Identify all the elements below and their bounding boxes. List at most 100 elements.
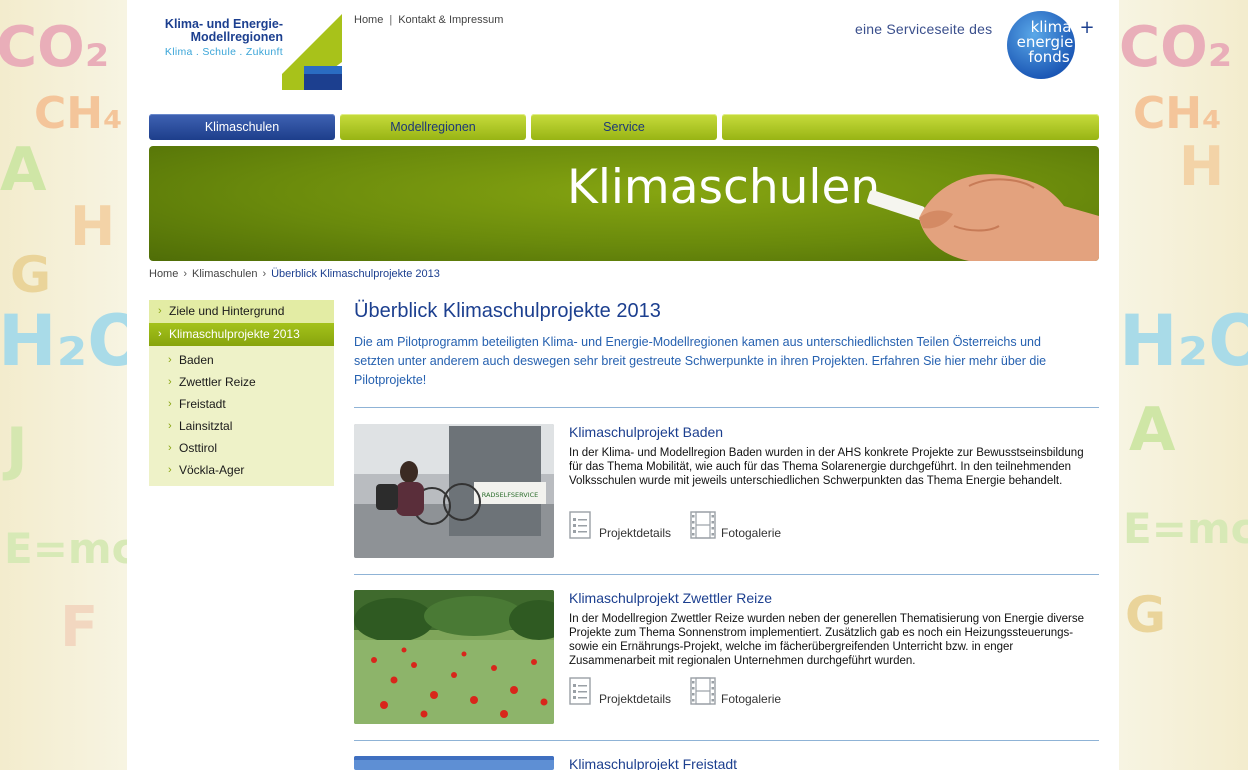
nav-empty-tab[interactable] [722, 114, 1099, 140]
film-strip-icon [690, 677, 716, 705]
klima-energie-fonds-logo[interactable]: klima energie fonds + [1005, 8, 1095, 82]
nav-service[interactable]: Service [531, 114, 717, 140]
document-list-icon [569, 677, 591, 705]
breadcrumb-current: Überblick Klimaschulprojekte 2013 [271, 268, 440, 280]
sidebar-item-klimaschulprojekte[interactable]: › Klimaschulprojekte 2013 [149, 323, 334, 346]
sidebar-item-ziele[interactable]: › Ziele und Hintergrund [149, 300, 334, 323]
bg-letter-h: H [70, 195, 116, 258]
project-item-baden: RADSELFSERVICE Klimaschulprojekt Baden I… [354, 424, 1099, 558]
page-container: Klima- und Energie- Modellregionen Klima… [127, 0, 1119, 770]
logo-line2: Modellregionen [190, 30, 283, 44]
sidebar-subitem-label: Vöckla-Ager [179, 463, 245, 477]
sidebar-subitem-osttirol[interactable]: › Osttirol [149, 437, 334, 459]
projektdetails-label: Projektdetails [599, 526, 672, 540]
sidebar-subitems: › Baden › Zwettler Reize › Freistadt › Lains… [149, 346, 334, 481]
page-title: Überblick Klimaschulprojekte 2013 [354, 300, 661, 322]
banner-title: Klimaschulen [567, 160, 881, 215]
breadcrumb-home[interactable]: Home [149, 268, 178, 280]
bg-letter-ch4: CH₄ [34, 88, 123, 139]
bg-letter-g: G [10, 246, 52, 304]
bg-letter-g-right: G [1125, 586, 1167, 644]
project-description: In der Modellregion Zwettler Reize wurde… [569, 613, 1085, 667]
sidebar-subitem-label: Baden [179, 353, 214, 367]
bg-letter-h-right: H [1179, 135, 1225, 198]
sidebar-subitem-label: Zwettler Reize [179, 375, 256, 389]
topnav-kontakt-link[interactable]: Kontakt & Impressum [398, 14, 503, 26]
sidebar-subitem-zwettler-reize[interactable]: › Zwettler Reize [149, 371, 334, 393]
sidebar-subitem-baden[interactable]: › Baden [149, 349, 334, 371]
fotogalerie-link[interactable]: Fotogalerie [690, 677, 790, 707]
bg-letter-h2o-right: H₂O [1119, 300, 1248, 382]
divider [354, 574, 1099, 575]
breadcrumb-separator: › [262, 268, 267, 280]
bg-letter-emc2: E=mc² [4, 524, 127, 573]
topnav-separator: | [389, 14, 393, 26]
project-item-zwettler-reize: Klimaschulprojekt Zwettler Reize In der … [354, 590, 1099, 724]
sidebar-subitem-lainsitztal[interactable]: › Lainsitztal [149, 415, 334, 437]
divider [354, 740, 1099, 741]
breadcrumb: Home › Klimaschulen › Überblick Klimaschulpr… [149, 268, 440, 280]
sidebar-subitem-freistadt[interactable]: › Freistadt [149, 393, 334, 415]
breadcrumb-klimaschulen[interactable]: Klimaschulen [192, 268, 257, 280]
chevron-right-icon: › [158, 328, 162, 340]
bg-letter-j: J [6, 415, 28, 483]
chevron-right-icon: › [168, 420, 172, 432]
fotogalerie-link[interactable]: Fotogalerie [690, 511, 790, 541]
chevron-right-icon: › [168, 464, 172, 476]
project-thumbnail-freistadt[interactable] [354, 756, 554, 770]
top-navigation: Home | Kontakt & Impressum [354, 14, 503, 26]
chevron-right-icon: › [168, 376, 172, 388]
bg-letter-co2-right: CO₂ [1119, 15, 1233, 80]
main-navigation: Klimaschulen Modellregionen Service [149, 114, 1099, 140]
nav-modellregionen[interactable]: Modellregionen [340, 114, 526, 140]
sidebar-subitem-label: Freistadt [179, 397, 226, 411]
thumb-sign-text: RADSELFSERVICE [482, 491, 539, 499]
projektdetails-link[interactable]: Projektdetails [569, 511, 679, 541]
background-right-decoration: CO₂ CH₄ H₂O E=mc² A H G [1119, 0, 1248, 770]
project-thumbnail-zwettler-reize[interactable] [354, 590, 554, 724]
chevron-right-icon: › [158, 305, 162, 317]
chevron-right-icon: › [168, 442, 172, 454]
projektdetails-link[interactable]: Projektdetails [569, 677, 679, 707]
bg-letter-f: F [60, 595, 99, 660]
background-left-decoration: CO₂ CH₄ H₂O E=mc² A H G J F [0, 0, 127, 770]
bg-letter-co2: CO₂ [0, 15, 110, 80]
bg-letter-h2o: H₂O [0, 300, 127, 382]
hand-with-chalk-icon [867, 174, 1099, 261]
fotogalerie-label: Fotogalerie [721, 526, 782, 540]
document-list-icon [569, 511, 591, 539]
project-thumbnail-baden[interactable]: RADSELFSERVICE [354, 424, 554, 558]
section-banner: Klimaschulen [149, 146, 1099, 261]
sidebar-item-label: Klimaschulprojekte 2013 [169, 327, 300, 341]
bg-letter-a-right: A [1129, 395, 1176, 465]
kef-logo-plus: + [1079, 17, 1094, 38]
topnav-home-link[interactable]: Home [354, 14, 383, 26]
projektdetails-label: Projektdetails [599, 692, 672, 706]
breadcrumb-separator: › [183, 268, 188, 280]
project-item-freistadt: Klimaschulprojekt Freistadt [354, 756, 1099, 770]
bg-letter-a: A [0, 135, 47, 205]
nav-klimaschulen[interactable]: Klimaschulen [149, 114, 335, 140]
bg-letter-ch4-right: CH₄ [1133, 88, 1222, 139]
sidebar: › Ziele und Hintergrund › Klimaschulprojek… [149, 300, 334, 486]
service-text: eine Serviceseite des [855, 21, 993, 37]
chevron-right-icon: › [168, 354, 172, 366]
project-title[interactable]: Klimaschulprojekt Baden [569, 424, 723, 440]
kef-logo-line3: fonds [1028, 48, 1069, 66]
project-description: In der Klima- und Modellregion Baden wur… [569, 447, 1084, 487]
logo-mark-icon [282, 14, 342, 90]
sidebar-subitem-label: Lainsitztal [179, 419, 233, 433]
site-logo[interactable]: Klima- und Energie- Modellregionen Klima… [153, 18, 283, 59]
project-title[interactable]: Klimaschulprojekt Freistadt [569, 756, 737, 770]
divider [354, 407, 1099, 408]
sidebar-subitem-voeckla-ager[interactable]: › Vöckla-Ager [149, 459, 334, 481]
fotogalerie-label: Fotogalerie [721, 692, 782, 706]
logo-tagline: Klima . Schule . Zukunft [164, 46, 283, 58]
intro-text: Die am Pilotprogramm beteiligten Klima- … [354, 335, 1047, 387]
sidebar-item-label: Ziele und Hintergrund [169, 304, 285, 318]
chevron-right-icon: › [168, 398, 172, 410]
bg-letter-emc2-right: E=mc² [1123, 504, 1248, 553]
sidebar-subitem-label: Osttirol [179, 441, 218, 455]
film-strip-icon [690, 511, 716, 539]
project-title[interactable]: Klimaschulprojekt Zwettler Reize [569, 590, 772, 606]
